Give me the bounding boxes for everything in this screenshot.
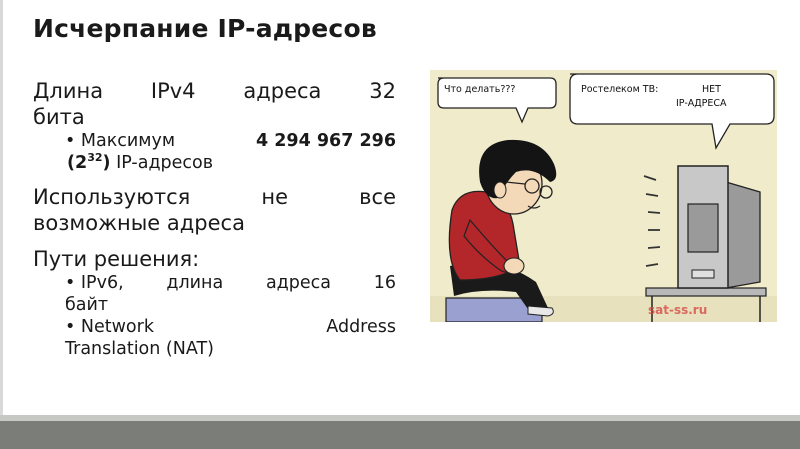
point-ipv4-length-cont: бита bbox=[33, 105, 85, 129]
slide: Исчерпание IP-адресов Длина IPv4 адреса … bbox=[0, 0, 800, 449]
slide-title: Исчерпание IP-адресов bbox=[33, 14, 377, 43]
bubble-right-word: НЕТ bbox=[702, 84, 721, 95]
slide-edge bbox=[0, 0, 3, 420]
watermark: sat-ss.ru bbox=[648, 303, 707, 317]
subpoint-nat: • Network Address Translation (NAT) bbox=[65, 317, 396, 359]
point-not-all-used-cont: возможные адреса bbox=[33, 211, 245, 235]
footer-bar bbox=[0, 421, 800, 449]
subpoint-ipv6: • IPv6, длина адреса 16 байт bbox=[65, 273, 396, 315]
point-not-all-used: Используются не все bbox=[33, 185, 396, 209]
point-solutions: Пути решения: bbox=[33, 247, 200, 271]
cartoon-illustration: Что делать??? Ростелеком ТВ: НЕТ IP-АДРЕ… bbox=[430, 70, 777, 322]
bubble-left-text: Что делать??? bbox=[444, 84, 515, 95]
bubble-right-line1: Ростелеком ТВ: bbox=[581, 84, 658, 95]
bubble-right-line2: IP-АДРЕСА bbox=[676, 98, 727, 109]
point-ipv4-length: Длина IPv4 адреса 32 bbox=[33, 79, 396, 103]
subpoint-max-addresses: • Максимум 4 294 967 296 (232) IP-адресо… bbox=[65, 131, 396, 173]
slide-content: Длина IPv4 адреса 32 бита • Максимум 4 2… bbox=[33, 78, 396, 360]
